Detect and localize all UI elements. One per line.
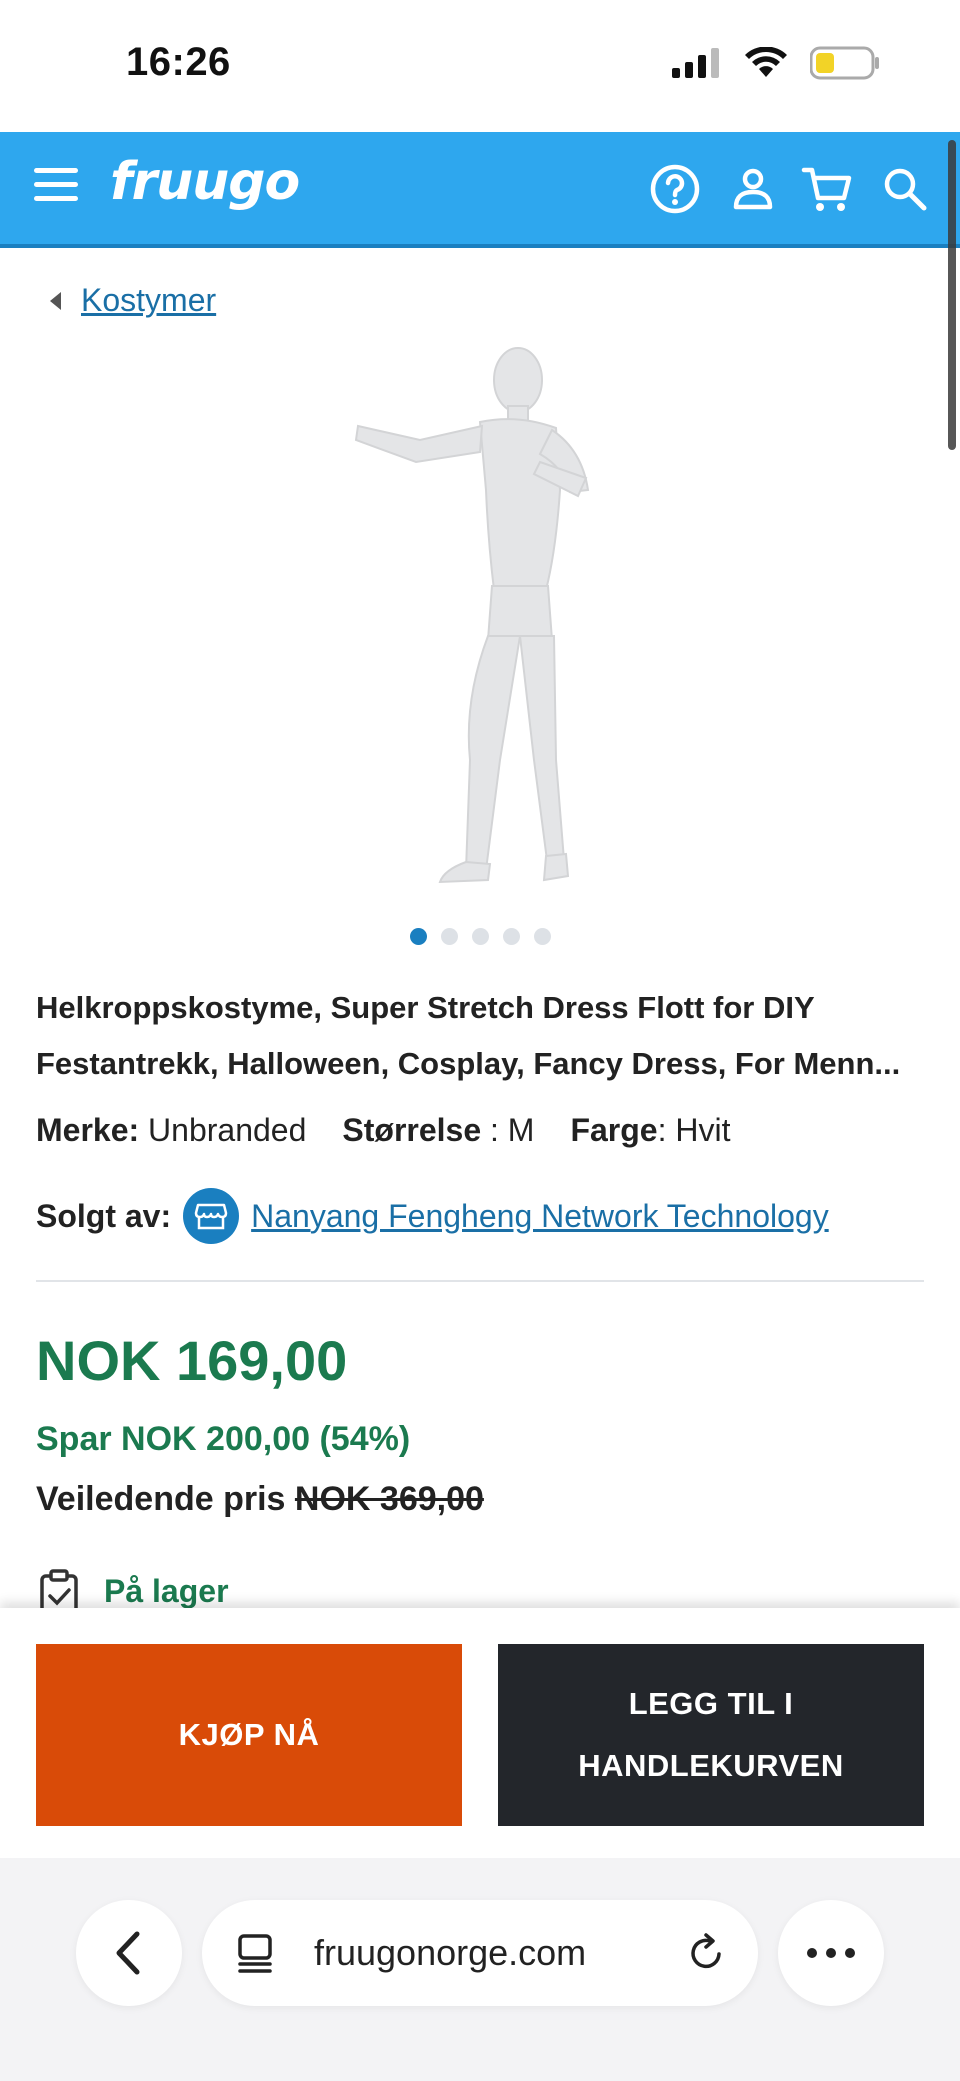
page-scrollbar[interactable] (948, 140, 956, 450)
more-options-button[interactable] (778, 1900, 884, 2006)
carousel-dot[interactable] (440, 928, 458, 945)
recommended-price: Veiledende pris NOK 369,00 (36, 1480, 484, 1519)
rrp-label: Veiledende pris (36, 1480, 286, 1518)
status-icons (672, 46, 880, 80)
tab-list-icon[interactable] (236, 1932, 276, 1974)
back-arrow-icon (50, 291, 61, 310)
breadcrumb[interactable]: Kostymer (50, 282, 216, 319)
divider (36, 1280, 924, 1282)
color-label: Farge (570, 1112, 658, 1148)
wifi-icon (745, 47, 787, 77)
size-value: : M (490, 1112, 535, 1148)
storefront-icon (194, 1203, 228, 1230)
image-carousel-dots (0, 928, 960, 945)
seller-link[interactable]: Nanyang Fengheng Network Technology (251, 1198, 829, 1235)
brand-label: Merke: (36, 1112, 140, 1148)
battery-icon (810, 46, 879, 80)
fruugo-logo[interactable]: fruugo (110, 152, 300, 212)
sticky-buy-bar: KJØP NÅ LEGG TIL I HANDLEKURVEN (0, 1608, 960, 1858)
color-value: : Hvit (657, 1112, 731, 1148)
account-icon[interactable] (726, 162, 780, 216)
carousel-dot[interactable] (533, 928, 551, 945)
status-time: 16:26 (126, 40, 231, 84)
store-icon[interactable] (183, 1188, 240, 1244)
product-attributes: Merke: Unbranded Størrelse : M Farge: Hv… (36, 1112, 730, 1149)
price: NOK 169,00 (36, 1329, 348, 1392)
hamburger-menu-icon[interactable] (34, 168, 78, 208)
stock-text: På lager (104, 1572, 229, 1609)
seller-row: Solgt av: Nanyang Fengheng Network Techn… (36, 1188, 829, 1244)
brand-value: Unbranded (148, 1112, 307, 1148)
product-image[interactable] (320, 340, 640, 900)
buy-now-button[interactable]: KJØP NÅ (36, 1644, 462, 1826)
color-attribute: Farge: Hvit (570, 1112, 730, 1149)
size-attribute: Størrelse : M (342, 1112, 534, 1149)
address-bar[interactable]: fruugonorge.com (202, 1900, 758, 2006)
browser-toolbar: fruugonorge.com (0, 1858, 960, 2081)
carousel-dot[interactable] (502, 928, 520, 945)
breadcrumb-link[interactable]: Kostymer (81, 282, 216, 319)
brand-attribute: Merke: Unbranded (36, 1112, 306, 1149)
rrp-value: NOK 369,00 (294, 1480, 484, 1518)
chevron-left-icon (116, 1931, 140, 1975)
savings-text: Spar NOK 200,00 (54%) (36, 1420, 411, 1458)
add-to-cart-button[interactable]: LEGG TIL I HANDLEKURVEN (498, 1644, 924, 1826)
status-bar: 16:26 (0, 0, 960, 132)
browser-back-button[interactable] (76, 1900, 182, 2006)
site-header: fruugo (0, 132, 960, 248)
carousel-dot[interactable] (471, 928, 489, 945)
cart-icon[interactable] (800, 162, 854, 216)
cellular-signal-icon (672, 48, 719, 78)
search-icon[interactable] (878, 162, 932, 216)
size-label: Størrelse (342, 1112, 482, 1148)
seller-label: Solgt av: (36, 1197, 172, 1234)
more-dots-icon (807, 1948, 855, 1958)
reload-icon[interactable] (686, 1932, 728, 1974)
url-text[interactable]: fruugonorge.com (314, 1932, 586, 1974)
product-title: Helkroppskostyme, Super Stretch Dress Fl… (36, 990, 901, 1081)
help-icon[interactable] (648, 162, 702, 216)
carousel-dot[interactable] (409, 928, 427, 945)
